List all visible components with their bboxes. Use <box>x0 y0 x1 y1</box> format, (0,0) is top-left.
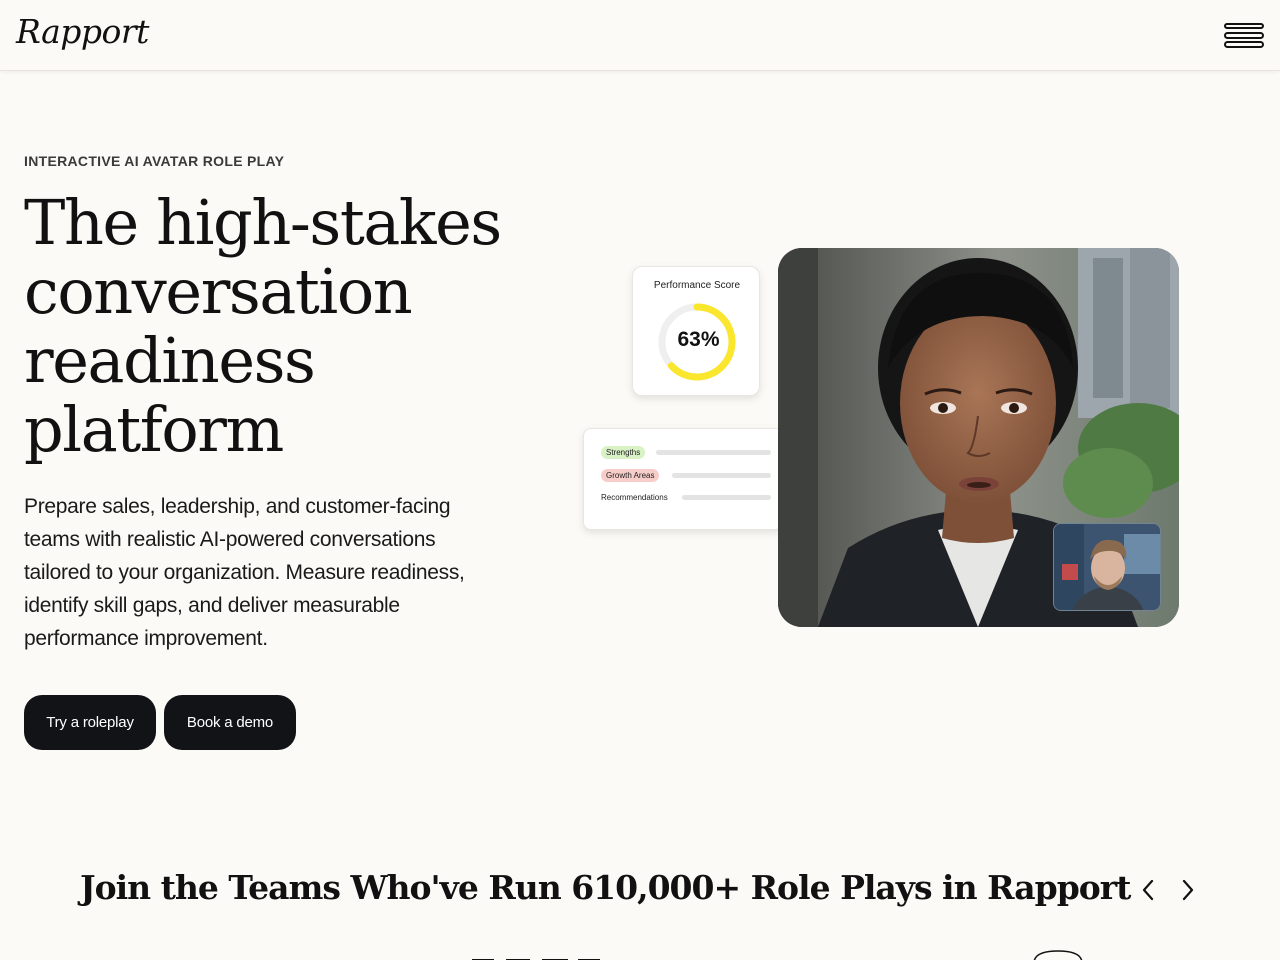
hero-description: Prepare sales, leadership, and customer-… <box>24 495 465 650</box>
feedback-summary-card: Strengths Growth Areas Recommendations <box>583 428 783 530</box>
hamburger-menu-icon <box>1224 23 1264 48</box>
feedback-row-growth-areas: Growth Areas <box>584 469 784 483</box>
hero-title-line: The high-stakes <box>24 186 502 259</box>
social-proof-title: Join the Teams Who've Run 610,000+ Role … <box>80 868 1131 907</box>
placeholder-line <box>672 473 771 478</box>
user-webcam-feed <box>1053 523 1161 611</box>
webcam-illustration <box>1054 524 1160 610</box>
performance-score-card: Performance Score 63% <box>632 266 760 396</box>
feedback-row-strengths: Strengths <box>584 446 784 460</box>
try-roleplay-button[interactable]: Try a roleplay <box>24 695 156 750</box>
strengths-tag: Strengths <box>601 446 646 459</box>
recommendations-label: Recommendations <box>601 493 668 502</box>
book-demo-button[interactable]: Book a demo <box>164 695 296 750</box>
placeholder-line <box>682 495 771 500</box>
hero-eyebrow: INTERACTIVE AI AVATAR ROLE PLAY <box>24 153 285 169</box>
chevron-left-icon <box>1142 879 1154 901</box>
feedback-row-recommendations: Recommendations <box>584 491 784 505</box>
rapport-logo[interactable]: Rapport <box>16 12 149 51</box>
hero-title: The high-stakes conversation readiness p… <box>24 188 524 464</box>
score-card-title: Performance Score <box>653 280 741 291</box>
customer-logo <box>470 952 602 960</box>
customer-logo <box>1028 948 1088 960</box>
hero-title-line: platform <box>24 393 284 466</box>
hero-title-line: conversation <box>24 255 413 328</box>
site-header: Rapport <box>0 0 1280 71</box>
carousel-next-button[interactable] <box>1174 876 1202 904</box>
hero-title-line: readiness <box>24 324 316 397</box>
menu-button[interactable] <box>1220 18 1268 54</box>
growth-areas-tag: Growth Areas <box>601 469 660 482</box>
carousel-prev-button[interactable] <box>1134 876 1162 904</box>
score-value: 63% <box>677 328 720 351</box>
chevron-right-icon <box>1182 879 1194 901</box>
placeholder-line <box>656 450 771 455</box>
